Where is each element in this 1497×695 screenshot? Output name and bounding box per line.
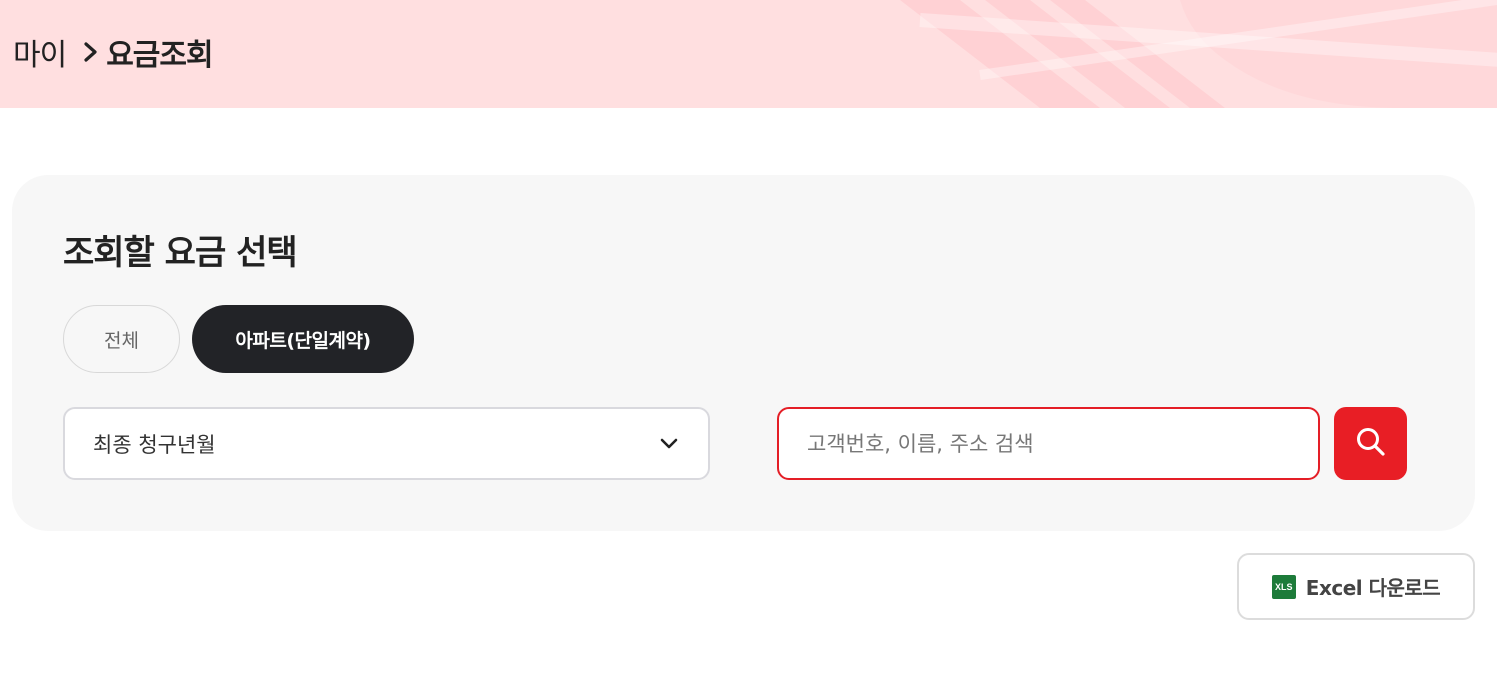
xls-file-icon: XLS xyxy=(1271,574,1296,599)
billing-month-select[interactable]: 최종 청구년월 xyxy=(63,407,710,480)
tab-all[interactable]: 전체 xyxy=(63,305,180,373)
search-button[interactable] xyxy=(1334,407,1407,480)
breadcrumb-current: 요금조회 xyxy=(106,38,213,73)
breadcrumb: 마이 요금조회 xyxy=(13,30,214,74)
excel-download-button[interactable]: XLS Excel 다운로드 xyxy=(1237,553,1475,620)
breadcrumb-parent[interactable]: 마이 xyxy=(13,30,67,74)
fee-selection-panel: 조회할 요금 선택 전체 아파트(단일계약) 최종 청구년월 xyxy=(12,175,1475,531)
tab-label: 전체 xyxy=(104,329,139,352)
tab-apartment-single-contract[interactable]: 아파트(단일계약) xyxy=(192,305,414,373)
search-input[interactable] xyxy=(777,407,1320,480)
page-header: 마이 요금조회 xyxy=(0,0,1497,108)
tab-label: 아파트(단일계약) xyxy=(235,329,371,352)
excel-download-label: Excel 다운로드 xyxy=(1305,576,1441,600)
chevron-down-icon xyxy=(658,433,680,455)
search-icon xyxy=(1355,426,1387,461)
billing-month-value: 최종 청구년월 xyxy=(93,432,216,457)
panel-title: 조회할 요금 선택 xyxy=(63,233,298,273)
header-decoration xyxy=(900,0,1497,108)
chevron-right-icon xyxy=(80,41,102,63)
